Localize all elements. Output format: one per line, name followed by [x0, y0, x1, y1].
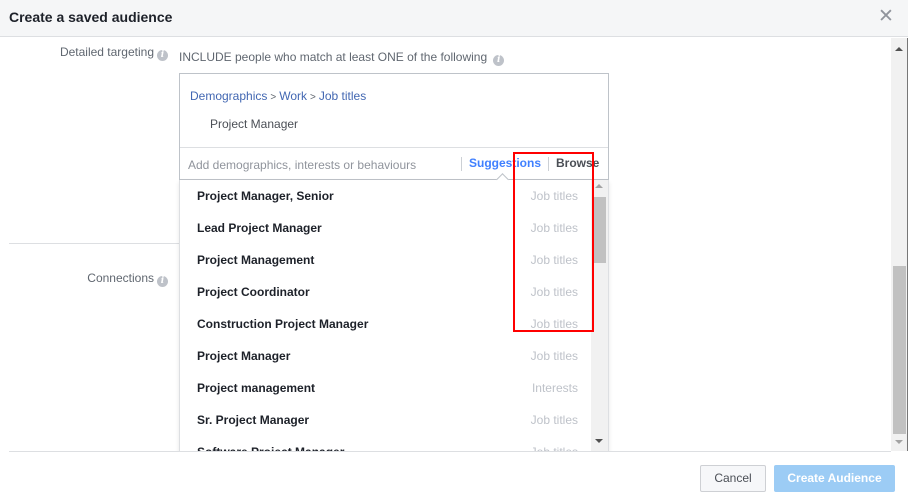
- suggestions-dropdown: Project Manager, Senior Job titles Lead …: [179, 180, 609, 451]
- suggestion-item[interactable]: Construction Project Manager Job titles: [180, 308, 592, 340]
- dialog-header: Create a saved audience ✕: [0, 0, 908, 37]
- scrollbar-thumb[interactable]: [893, 266, 906, 434]
- section-divider: [9, 243, 179, 244]
- scroll-down-arrow-icon[interactable]: [895, 440, 903, 444]
- dropdown-scrollbar[interactable]: [591, 180, 608, 451]
- suggestion-item[interactable]: Sr. Project Manager Job titles: [180, 404, 592, 436]
- connections-label: Connections i: [0, 271, 168, 287]
- info-icon[interactable]: i: [157, 50, 168, 61]
- divider: [548, 157, 549, 171]
- divider: [461, 157, 462, 171]
- targeting-search-input[interactable]: [188, 157, 458, 173]
- create-audience-button[interactable]: Create Audience: [774, 465, 895, 492]
- breadcrumb-separator: >: [270, 92, 277, 103]
- tab-browse[interactable]: Browse: [556, 156, 599, 170]
- breadcrumb-work[interactable]: Work: [279, 89, 307, 103]
- suggestion-item[interactable]: Project management Interests: [180, 372, 592, 404]
- breadcrumb-job-titles[interactable]: Job titles: [319, 89, 366, 103]
- dialog-body: Detailed targeting i INCLUDE people who m…: [0, 38, 892, 451]
- suggestion-item[interactable]: Lead Project Manager Job titles: [180, 212, 592, 244]
- suggestion-item[interactable]: Project Coordinator Job titles: [180, 276, 592, 308]
- cancel-button[interactable]: Cancel: [700, 465, 766, 492]
- tab-suggestions[interactable]: Suggestions: [469, 156, 541, 170]
- suggestion-item[interactable]: Project Manager Job titles: [180, 340, 592, 372]
- scroll-up-arrow-icon[interactable]: [595, 184, 603, 188]
- footer-divider: [9, 451, 891, 452]
- scroll-up-arrow-icon[interactable]: [895, 47, 903, 51]
- close-icon[interactable]: ✕: [878, 7, 894, 26]
- search-row: Suggestions Browse: [180, 147, 608, 186]
- targeting-box: Demographics > Work > Job titles Project Man…: [179, 73, 609, 186]
- detailed-targeting-label: Detailed targeting i: [0, 45, 168, 61]
- info-icon[interactable]: i: [157, 276, 168, 287]
- scrollbar-thumb[interactable]: [593, 197, 606, 263]
- include-description: INCLUDE people who match at least ONE of…: [179, 50, 505, 66]
- info-icon[interactable]: i: [493, 55, 505, 66]
- scroll-down-arrow-icon[interactable]: [595, 439, 603, 443]
- dialog-title: Create a saved audience: [9, 9, 173, 25]
- suggestion-item[interactable]: Project Management Job titles: [180, 244, 592, 276]
- dialog-scrollbar[interactable]: [891, 38, 908, 451]
- suggestion-item[interactable]: Software Project Manager Job titles: [180, 436, 592, 451]
- selected-targeting-item[interactable]: Project Manager: [210, 117, 298, 131]
- breadcrumb-demographics[interactable]: Demographics: [190, 89, 267, 103]
- breadcrumb: Demographics > Work > Job titles: [190, 89, 366, 103]
- dialog-footer: Cancel Create Audience: [0, 451, 908, 502]
- breadcrumb-separator: >: [310, 92, 316, 103]
- suggestion-item[interactable]: Project Manager, Senior Job titles: [180, 180, 592, 212]
